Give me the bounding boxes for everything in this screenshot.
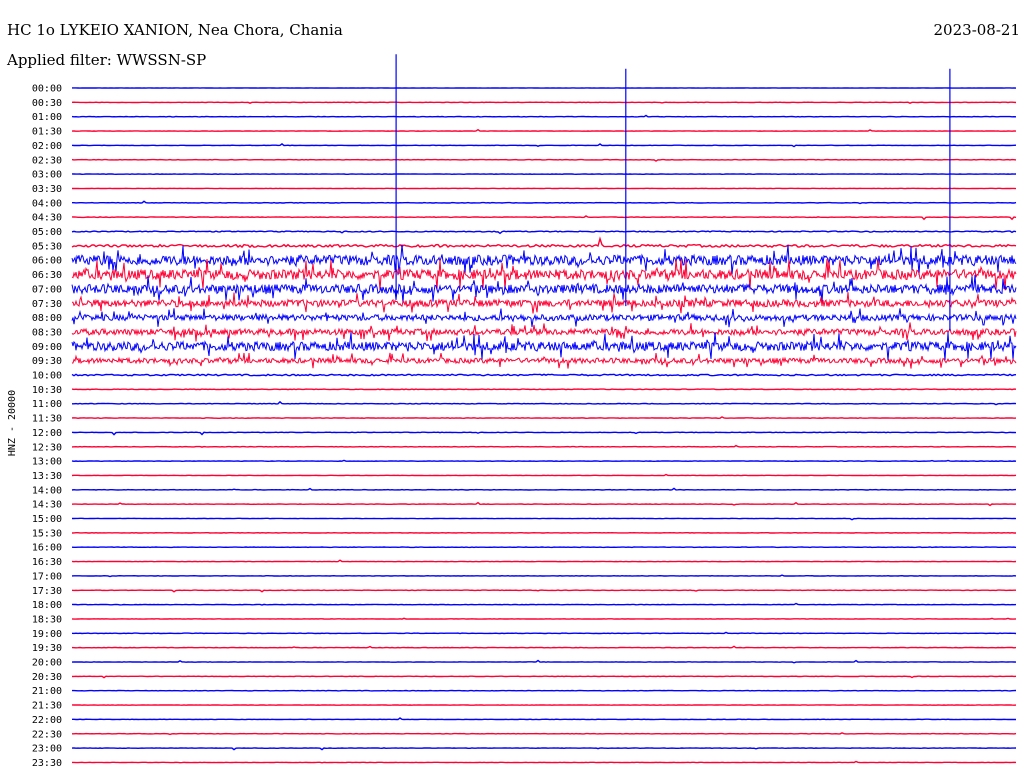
trace-row-0430: [71, 215, 1017, 221]
row-label: 10:30: [32, 385, 62, 396]
trace-row-1730: [71, 589, 1016, 593]
trace-row-0400: [72, 200, 1017, 205]
trace-row-1830: [71, 617, 1017, 620]
trace-row-1030: [71, 388, 1017, 391]
trace-row-1100: [72, 400, 1017, 406]
row-label: 16:30: [32, 557, 62, 568]
row-label: 20:30: [32, 672, 62, 683]
trace-row-1930: [71, 645, 1017, 649]
row-label: 00:00: [32, 84, 62, 95]
row-label: 14:00: [32, 485, 62, 496]
trace-row-2030: [71, 675, 1017, 679]
trace-row-0930: [71, 352, 1017, 369]
row-label: 12:30: [32, 442, 62, 453]
row-label: 23:00: [32, 744, 62, 755]
row-label: 10:00: [32, 371, 62, 382]
row-label: 19:00: [32, 629, 62, 640]
trace-row-1130: [71, 416, 1017, 420]
trace-row-0130: [71, 128, 1017, 132]
helicorder-plot: 00:00 00:30 01:00 01:30 02:00 02:30 03:00 03:30…: [32, 54, 1017, 769]
trace-row-0830: [71, 322, 1017, 342]
trace-row-1330: [71, 473, 1017, 477]
row-label: 20:00: [32, 658, 62, 669]
trace-row-1400: [71, 487, 1017, 491]
trace-row-1230: [71, 444, 1017, 448]
row-label: 06:00: [32, 256, 62, 267]
row-label: 13:30: [32, 471, 62, 482]
row-label: 02:30: [32, 155, 62, 166]
trace-row-0030: [71, 101, 1017, 104]
trace-row-0200: [71, 143, 1017, 148]
trace-row-1900: [71, 631, 1017, 635]
row-label: 22:00: [32, 715, 62, 726]
row-label: 12:00: [32, 428, 62, 439]
row-label: 09:30: [32, 356, 62, 367]
row-label: 06:30: [32, 270, 62, 281]
row-label: 07:30: [32, 299, 62, 310]
trace-row-2200: [72, 717, 1016, 721]
seismogram-page: HC 1o LYKEIO XANION, Nea Chora, Chania A…: [0, 0, 1024, 780]
row-label: 02:00: [32, 141, 62, 152]
trace-row-1200: [71, 431, 1017, 436]
row-label: 03:00: [32, 170, 62, 181]
row-label: 19:30: [32, 643, 62, 654]
trace-row-0730: [72, 292, 1017, 314]
trace-row-2330: [72, 760, 1017, 764]
row-label: 14:30: [32, 500, 62, 511]
trace-row-0900: [71, 332, 1017, 361]
trace-row-0100: [71, 114, 1017, 118]
row-label: 11:00: [32, 399, 62, 410]
row-label: 23:30: [32, 758, 62, 769]
row-label: 22:30: [32, 729, 62, 740]
row-label: 15:00: [32, 514, 62, 525]
row-label: 17:00: [32, 571, 62, 582]
trace-row-1300: [71, 459, 1017, 463]
trace-row-2300: [71, 747, 1017, 751]
row-label: 05:30: [32, 241, 62, 252]
trace-row-0230: [71, 158, 1017, 162]
row-label: 18:00: [32, 600, 62, 611]
row-label: 08:00: [32, 313, 62, 324]
trace-row-1430: [71, 501, 1017, 507]
row-label: 01:30: [32, 127, 62, 138]
trace-row-1700: [71, 574, 1017, 578]
row-label: 09:00: [32, 342, 62, 353]
row-label: 16:00: [32, 543, 62, 554]
row-label: 04:00: [32, 198, 62, 209]
row-label: 11:30: [32, 414, 62, 425]
row-label: 18:30: [32, 614, 62, 625]
row-label: 21:30: [32, 701, 62, 712]
row-label: 01:00: [32, 112, 62, 123]
row-label: 05:00: [32, 227, 62, 238]
row-label: 15:30: [32, 528, 62, 539]
row-label: 03:30: [32, 184, 62, 195]
row-label: 04:30: [32, 213, 62, 224]
trace-row-0500: [71, 230, 1017, 235]
row-label: 21:00: [32, 686, 62, 697]
row-label: 17:30: [32, 586, 62, 597]
row-label: 13:00: [32, 457, 62, 468]
trace-row-1500: [72, 517, 1017, 521]
row-label-layer: 00:00 00:30 01:00 01:30 02:00 02:30 03:00 03:30…: [32, 84, 62, 769]
trace-layer: [71, 87, 1017, 764]
trace-row-2000: [71, 659, 1017, 664]
row-label: 08:30: [32, 327, 62, 338]
trace-row-1000: [71, 373, 1017, 377]
row-label: 07:00: [32, 284, 62, 295]
trace-row-1630: [71, 559, 1017, 563]
trace-row-0600: [71, 244, 1017, 275]
row-label: 00:30: [32, 98, 62, 109]
trace-row-1800: [71, 602, 1017, 606]
trace-row-2230: [72, 732, 1017, 736]
trace-row-0530: [71, 236, 1017, 249]
